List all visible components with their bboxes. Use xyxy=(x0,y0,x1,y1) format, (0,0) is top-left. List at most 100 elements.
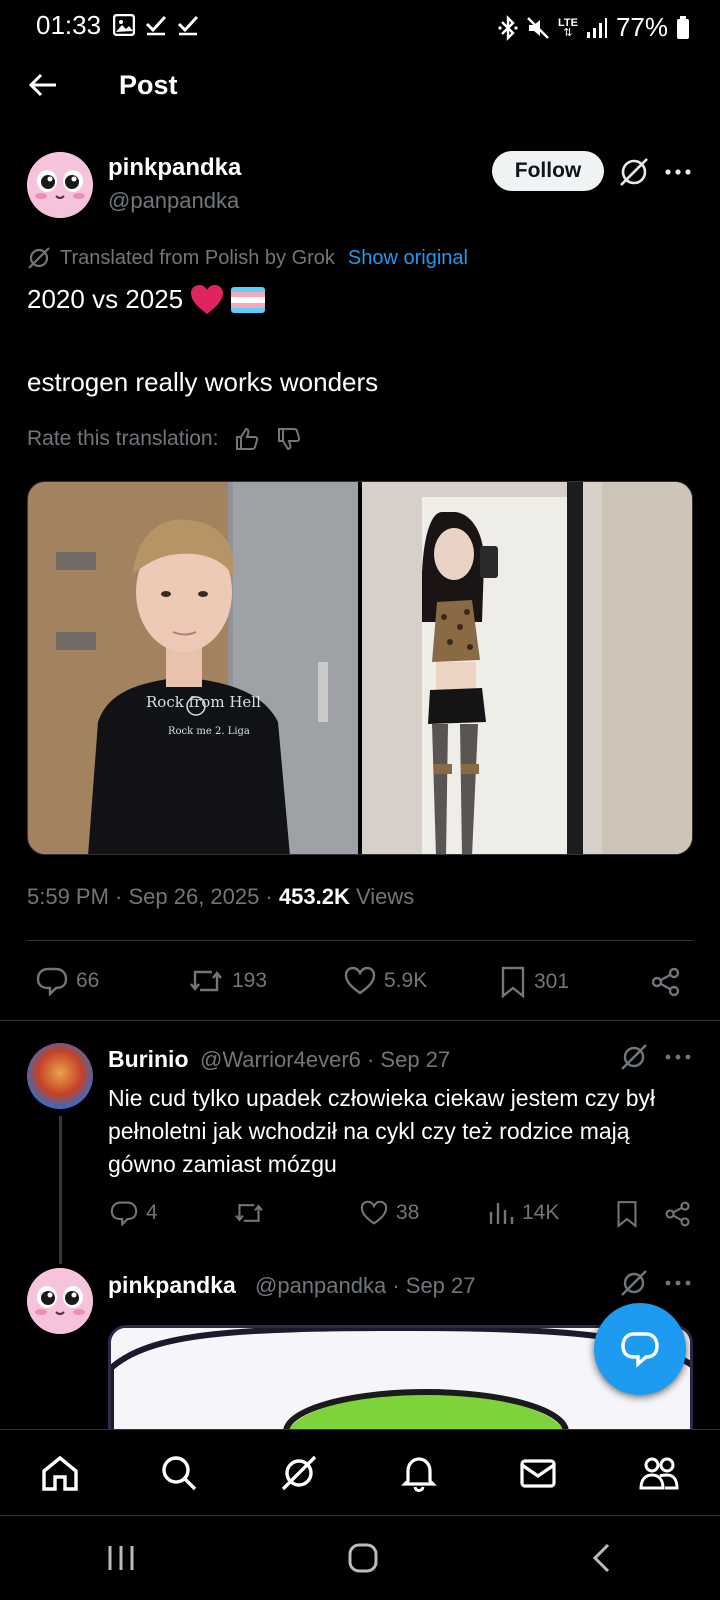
share-button[interactable] xyxy=(664,1200,692,1228)
views-count[interactable]: 453.2K xyxy=(279,884,350,909)
home-icon xyxy=(42,1455,78,1491)
repost-icon xyxy=(235,1204,263,1222)
post-text: 2020 vs 2025 xyxy=(27,284,184,314)
avatar[interactable] xyxy=(27,1268,93,1334)
nav-grok[interactable] xyxy=(279,1453,319,1493)
share-icon xyxy=(665,1201,690,1227)
avatar[interactable] xyxy=(27,152,93,218)
more-options-button[interactable] xyxy=(663,158,693,186)
reply-author-name[interactable]: Burinio xyxy=(108,1046,189,1073)
shirt-subtext: Rock me 2. Liga xyxy=(168,726,250,737)
reply-button[interactable]: 4 xyxy=(110,1200,158,1226)
follow-button[interactable]: Follow xyxy=(492,151,604,191)
nav-home[interactable] xyxy=(40,1453,80,1493)
heart-icon xyxy=(344,966,376,995)
reply-icon xyxy=(36,967,68,996)
nav-communities[interactable] xyxy=(638,1453,680,1493)
author-handle[interactable]: @panpandka xyxy=(108,188,239,214)
status-icons-left xyxy=(113,14,199,36)
post-meta: 5:59 PM · Sep 26, 2025 · 453.2K Views xyxy=(27,884,414,910)
avatar[interactable] xyxy=(27,1043,93,1109)
home-system-button[interactable] xyxy=(347,1542,379,1574)
transgender-flag-emoji-icon xyxy=(231,286,266,313)
share-icon xyxy=(651,967,680,997)
thumbs-down-icon[interactable] xyxy=(276,426,302,452)
photo-after[interactable] xyxy=(362,482,692,854)
bookmark-icon xyxy=(501,966,525,998)
reply-author-name[interactable]: pinkpandka xyxy=(108,1272,236,1299)
more-options-button[interactable] xyxy=(663,1044,693,1070)
recent-apps-button[interactable] xyxy=(105,1543,137,1573)
nav-notifications[interactable] xyxy=(399,1453,439,1493)
lte-icon: LTE ⇅ xyxy=(557,16,578,39)
recent-apps-icon xyxy=(108,1546,134,1570)
post-media-grid[interactable]: Rock from Hell Rock me 2. Liga xyxy=(27,481,693,855)
mail-icon xyxy=(520,1458,557,1488)
repost-button[interactable] xyxy=(233,1200,265,1226)
reply-count: 4 xyxy=(146,1201,158,1224)
repost-count: 193 xyxy=(232,969,268,992)
views-button[interactable]: 14K xyxy=(488,1200,559,1226)
lte-label: LTE xyxy=(557,16,578,29)
page-title: Post xyxy=(119,70,178,100)
back-system-button[interactable] xyxy=(589,1542,615,1574)
grok-icon xyxy=(621,1044,647,1070)
system-navigation xyxy=(0,1515,720,1600)
chat-bubble-icon xyxy=(621,1332,659,1368)
show-original-link[interactable]: Show original xyxy=(348,247,468,270)
person-photo-illustration: Rock from Hell Rock me 2. Liga xyxy=(28,482,358,854)
like-count: 38 xyxy=(396,1201,420,1224)
panda-avatar-icon xyxy=(27,152,93,218)
grok-button[interactable] xyxy=(619,1042,649,1072)
bluetooth-icon xyxy=(498,14,518,41)
rate-translation-row: Rate this translation: xyxy=(27,426,302,452)
chevron-left-icon xyxy=(592,1543,610,1573)
post-text: estrogen really works wonders xyxy=(27,367,379,397)
grok-button[interactable] xyxy=(617,155,651,189)
share-button[interactable] xyxy=(650,966,682,998)
bottom-navigation xyxy=(0,1429,720,1515)
repost-button[interactable]: 193 xyxy=(188,966,267,996)
grok-icon xyxy=(620,158,648,186)
grok-icon xyxy=(28,247,50,269)
bookmark-button[interactable] xyxy=(616,1200,638,1228)
repost-icon xyxy=(190,970,222,992)
thread-line xyxy=(59,1116,62,1264)
compose-reply-button[interactable] xyxy=(594,1303,686,1395)
nav-search[interactable] xyxy=(159,1453,199,1493)
post-timestamp[interactable]: 5:59 PM · Sep 26, 2025 · xyxy=(27,884,279,909)
bookmark-button[interactable]: 301 xyxy=(500,966,569,998)
thumbs-up-icon[interactable] xyxy=(234,426,260,452)
reply-button[interactable]: 66 xyxy=(36,966,99,996)
reply-meta[interactable]: @Warrior4ever6 · Sep 27 xyxy=(200,1047,450,1073)
rate-label: Rate this translation: xyxy=(27,427,219,450)
signal-icon xyxy=(586,17,607,38)
bell-icon xyxy=(400,1456,437,1492)
battery-percent: 77% xyxy=(615,12,668,42)
reply-icon xyxy=(110,1201,138,1226)
arrow-left-icon xyxy=(28,73,56,97)
reply-meta[interactable]: @panpandka · Sep 27 xyxy=(255,1273,476,1299)
author-name[interactable]: pinkpandka xyxy=(108,154,241,182)
back-button[interactable] xyxy=(26,68,60,102)
more-horizontal-icon xyxy=(665,1054,691,1060)
status-time: 01:33 xyxy=(36,10,102,40)
nav-messages[interactable] xyxy=(518,1453,558,1493)
panda-avatar-icon xyxy=(27,1268,93,1334)
more-horizontal-icon xyxy=(665,169,691,175)
bookmark-count: 301 xyxy=(534,970,570,993)
home-circle-icon xyxy=(348,1543,378,1573)
communities-icon xyxy=(639,1457,679,1489)
like-button[interactable]: 38 xyxy=(360,1200,419,1226)
like-button[interactable]: 5.9K xyxy=(344,966,427,996)
grok-button[interactable] xyxy=(619,1268,649,1298)
gallery-icon xyxy=(113,14,135,36)
more-options-button[interactable] xyxy=(663,1270,693,1296)
battery-icon xyxy=(677,15,689,39)
photo-before[interactable]: Rock from Hell Rock me 2. Liga xyxy=(28,482,358,854)
heart-icon xyxy=(360,1200,388,1225)
reply-count: 66 xyxy=(76,969,100,992)
divider xyxy=(27,940,693,941)
translation-note: Translated from Polish by Grok xyxy=(60,246,335,269)
views-label: Views xyxy=(349,884,415,909)
